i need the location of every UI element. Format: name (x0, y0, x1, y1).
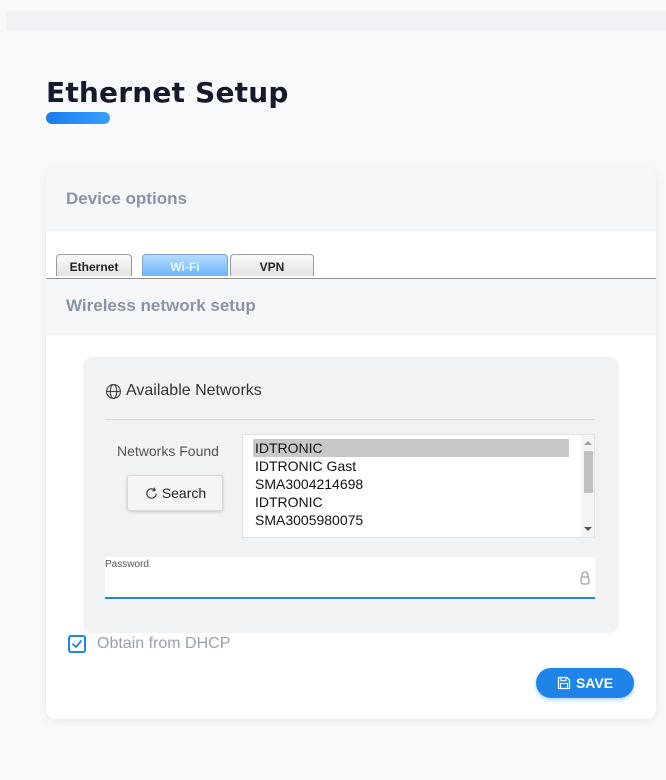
dhcp-label: Obtain from DHCP (97, 635, 231, 652)
panel-divider (105, 419, 595, 420)
top-strip (6, 11, 666, 30)
network-option[interactable]: IDTRONIC Gast (253, 457, 569, 475)
listbox-scrollbar[interactable] (581, 435, 594, 537)
section-header: Wireless network setup (46, 279, 656, 335)
refresh-icon (146, 487, 157, 499)
available-networks-label: Available Networks (126, 382, 262, 399)
save-button[interactable]: SAVE (536, 668, 634, 698)
globe-icon (106, 383, 121, 399)
networks-found-label: Networks Found (117, 443, 219, 459)
check-icon (72, 640, 82, 648)
tab-wifi[interactable]: Wi-Fi (142, 254, 228, 276)
save-button-label: SAVE (575, 675, 614, 691)
device-options-card: Device options Ethernet Wi-Fi VPN Wirele… (46, 168, 656, 719)
floppy-disk-icon (557, 676, 571, 690)
network-option[interactable]: IDTRONIC (253, 439, 569, 457)
network-option[interactable]: IDTRONIC (253, 493, 569, 511)
network-option[interactable]: SMA3004214698 (253, 475, 569, 493)
dhcp-row: Obtain from DHCP (68, 635, 230, 653)
search-button-label: Search (161, 485, 207, 501)
tab-vpn[interactable]: VPN (230, 254, 314, 276)
available-networks-heading: Available Networks (105, 382, 262, 400)
card-header: Device options (46, 168, 656, 231)
section-title: Wireless network setup (66, 296, 256, 315)
networks-listbox[interactable]: IDTRONIC IDTRONIC Gast SMA3004214698 IDT… (242, 434, 595, 538)
page-title: Ethernet Setup (46, 76, 289, 109)
card-header-title: Device options (66, 189, 187, 208)
title-underline (46, 112, 110, 124)
password-label: Password (105, 559, 149, 570)
tab-ethernet[interactable]: Ethernet (56, 254, 132, 276)
password-field: Password (105, 557, 595, 599)
search-button[interactable]: Search (127, 475, 223, 511)
scroll-up-arrow-icon[interactable] (584, 441, 592, 445)
network-option[interactable]: SMA3005980075 (253, 511, 569, 529)
lock-icon (580, 571, 590, 585)
scroll-thumb[interactable] (584, 451, 593, 493)
scroll-down-arrow-icon[interactable] (584, 527, 592, 531)
dhcp-checkbox[interactable] (68, 635, 86, 653)
available-networks-panel: Available Networks Networks Found Search… (83, 357, 619, 633)
password-input[interactable] (105, 573, 565, 595)
